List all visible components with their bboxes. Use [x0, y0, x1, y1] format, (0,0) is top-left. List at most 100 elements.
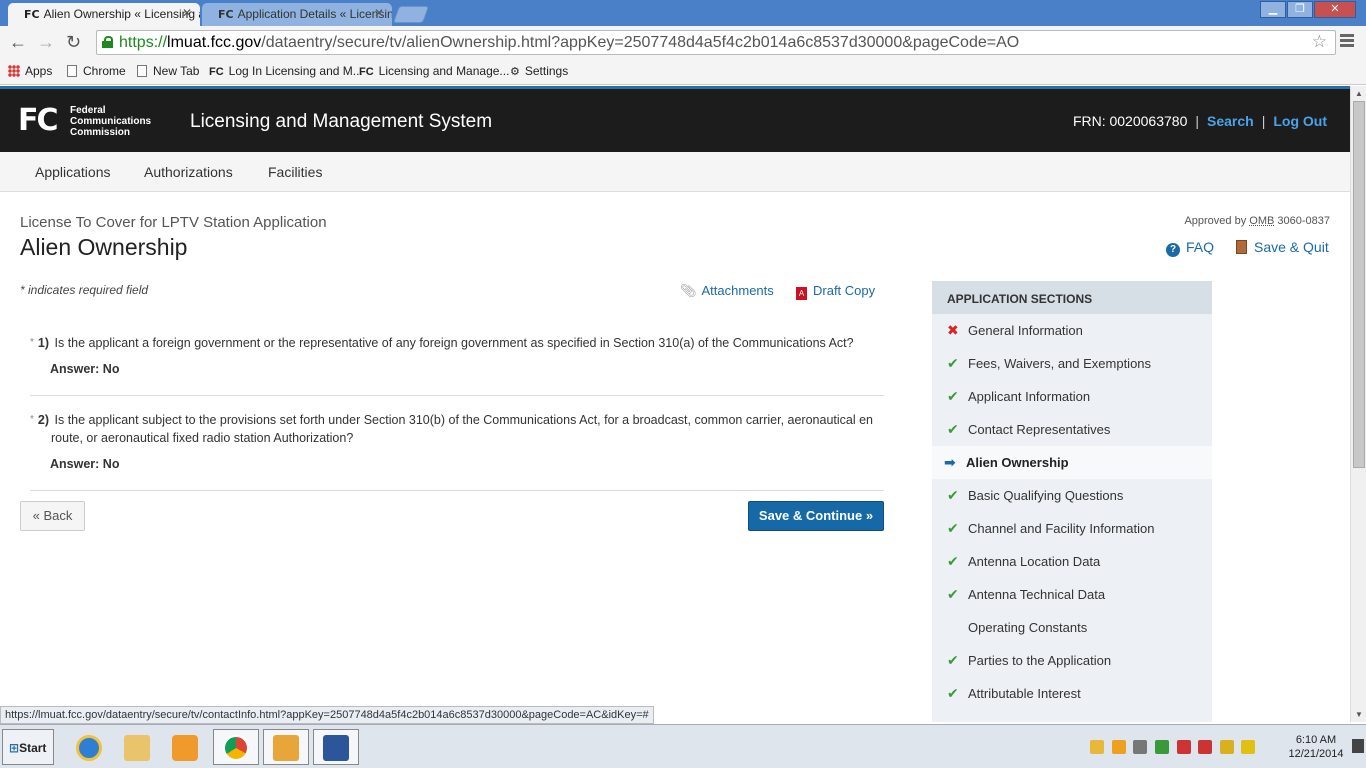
section-label: Parties to the Application [968, 653, 1112, 668]
bookmark-login-licensing[interactable]: FC Log In Licensing and M... [209, 64, 363, 78]
bookmark-star-icon[interactable]: ☆ [1312, 32, 1327, 52]
application-type: License To Cover for LPTV Station Applic… [20, 214, 327, 231]
fcc-favicon-icon: FC [359, 66, 374, 78]
section-item[interactable]: ✔ Applicant Information [932, 380, 1212, 413]
forward-arrow-icon[interactable]: → [37, 32, 55, 53]
chrome-menu-icon[interactable] [1340, 34, 1354, 49]
page-title: Alien Ownership [20, 234, 188, 260]
omb-number: 3060-0837 [1277, 215, 1330, 227]
back-arrow-icon[interactable]: ← [9, 32, 27, 53]
checkmark-icon: ✔ [947, 520, 959, 536]
tab-label: Alien Ownership « Licensing a [43, 7, 200, 21]
checkmark-icon: ✔ [947, 355, 959, 371]
main-nav: Applications Authorizations Facilities [0, 152, 1350, 192]
start-button[interactable]: ⊞Start [2, 729, 54, 765]
faq-link[interactable]: ? FAQ [1166, 239, 1214, 257]
bookmark-apps[interactable]: Apps [8, 64, 52, 78]
outlook-tray-icon[interactable] [1111, 740, 1126, 754]
tab-alien-ownership[interactable]: FC Alien Ownership « Licensing a ✕ [8, 3, 200, 26]
section-item[interactable]: ✔ Contact Representatives [932, 413, 1212, 446]
checkmark-icon: ✔ [947, 421, 959, 437]
pdf-icon: A [796, 287, 807, 300]
omb-approval: Approved by OMB 3060-0837 [1184, 215, 1330, 227]
answer-value: Answer: No [50, 457, 120, 471]
section-label: Operating Constants [968, 620, 1088, 635]
restore-icon[interactable]: ❐ [1287, 1, 1313, 18]
save-quit-link[interactable]: Save & Quit [1236, 239, 1329, 255]
checkmark-icon: ✔ [947, 685, 959, 701]
door-icon [1236, 240, 1247, 254]
internet-explorer-icon [76, 735, 102, 761]
omb-abbr: OMB [1249, 215, 1275, 227]
close-window-icon[interactable]: ✕ [1314, 1, 1356, 18]
scroll-thumb[interactable] [1353, 101, 1365, 468]
fcc-logo[interactable]: FC [18, 103, 58, 138]
reload-icon[interactable]: ↻ [66, 32, 81, 53]
address-bar[interactable]: https://lmuat.fcc.gov/dataentry/secure/t… [96, 30, 1336, 55]
search-link[interactable]: Search [1207, 113, 1254, 129]
nav-applications[interactable]: Applications [35, 164, 111, 180]
taskbar-ie[interactable] [66, 729, 112, 765]
antivirus-icon[interactable] [1176, 740, 1191, 754]
attachments-link[interactable]: 📎︎ Attachments [680, 283, 774, 299]
mail-icon[interactable] [1090, 740, 1104, 754]
question-number: 2) [37, 413, 50, 427]
nav-facilities[interactable]: Facilities [268, 164, 322, 180]
new-tab-button[interactable] [392, 6, 430, 23]
section-label: Antenna Location Data [968, 554, 1101, 569]
bookmarks-bar: Apps Chrome New Tab FC Log In Licensing a… [0, 59, 1366, 85]
section-item[interactable]: Operating Constants [932, 611, 1212, 644]
bookmark-licensing-manage[interactable]: FC Licensing and Manage... [359, 64, 509, 78]
folder-icon [124, 735, 150, 761]
current-arrow-icon: ➡ [944, 454, 956, 470]
page-viewport: FC Federal Communications Commission Lic… [0, 86, 1350, 722]
taskbar-media-player[interactable] [162, 729, 208, 765]
tab-application-details[interactable]: FC Application Details « Licensin ✕ [202, 3, 392, 26]
system-tray [1090, 729, 1276, 765]
back-button[interactable]: « Back [20, 501, 85, 531]
page-scrollbar[interactable]: ▲ ▼ [1350, 86, 1366, 722]
antivirus-alt-icon[interactable] [1198, 740, 1213, 754]
taskbar-word[interactable] [313, 729, 359, 765]
section-item[interactable]: ✔ Attributable Interest [932, 677, 1212, 710]
bookmark-chrome[interactable]: Chrome [67, 64, 126, 78]
faq-label: FAQ [1186, 239, 1215, 255]
taskbar-outlook[interactable] [263, 729, 309, 765]
taskbar-chrome[interactable] [213, 729, 259, 765]
security-shield-icon[interactable] [1154, 740, 1169, 754]
scroll-down-icon[interactable]: ▼ [1355, 710, 1363, 719]
logout-link[interactable]: Log Out [1273, 113, 1327, 129]
close-tab-icon[interactable]: ✕ [374, 6, 384, 20]
separator: | [1195, 113, 1199, 129]
section-item[interactable]: ✔ Basic Qualifying Questions [932, 479, 1212, 512]
section-item[interactable]: ✖ General Information [932, 314, 1212, 347]
draft-copy-link[interactable]: A Draft Copy [796, 283, 875, 300]
flag-icon[interactable] [1219, 740, 1234, 754]
paperclip-icon: 📎︎ [680, 283, 697, 298]
network-icon[interactable] [1133, 740, 1148, 754]
question-body: Is the applicant a foreign government or… [54, 336, 854, 350]
lock-icon [102, 36, 113, 48]
section-item[interactable]: ✔ Fees, Waivers, and Exemptions [932, 347, 1212, 380]
section-label: Contact Representatives [968, 422, 1111, 437]
section-item[interactable]: ✔ Antenna Location Data [932, 545, 1212, 578]
close-tab-icon[interactable]: ✕ [182, 6, 192, 20]
section-item[interactable]: ✔ Channel and Facility Information [932, 512, 1212, 545]
section-item[interactable]: ➡ Alien Ownership [932, 446, 1212, 479]
bookmark-settings[interactable]: ⚙ Settings [510, 64, 568, 78]
taskbar-explorer[interactable] [114, 729, 160, 765]
section-item[interactable]: ✔ Antenna Technical Data [932, 578, 1212, 611]
save-continue-button[interactable]: Save & Continue » [748, 501, 884, 531]
bookmark-new-tab[interactable]: New Tab [137, 64, 199, 78]
taskbar-clock[interactable]: 6:10 AM 12/21/2014 [1284, 733, 1348, 761]
section-item[interactable]: ✔ Parties to the Application [932, 644, 1212, 677]
question-2: * 2) Is the applicant subject to the prov… [30, 411, 884, 491]
minimize-icon[interactable]: ▁ [1260, 1, 1286, 18]
nav-authorizations[interactable]: Authorizations [144, 164, 233, 180]
section-label: Attributable Interest [968, 686, 1081, 701]
section-label: Fees, Waivers, and Exemptions [968, 356, 1152, 371]
action-center-icon[interactable] [1352, 739, 1364, 753]
scroll-up-icon[interactable]: ▲ [1355, 89, 1363, 98]
update-icon[interactable] [1241, 740, 1256, 754]
question-number: 1) [37, 336, 50, 350]
